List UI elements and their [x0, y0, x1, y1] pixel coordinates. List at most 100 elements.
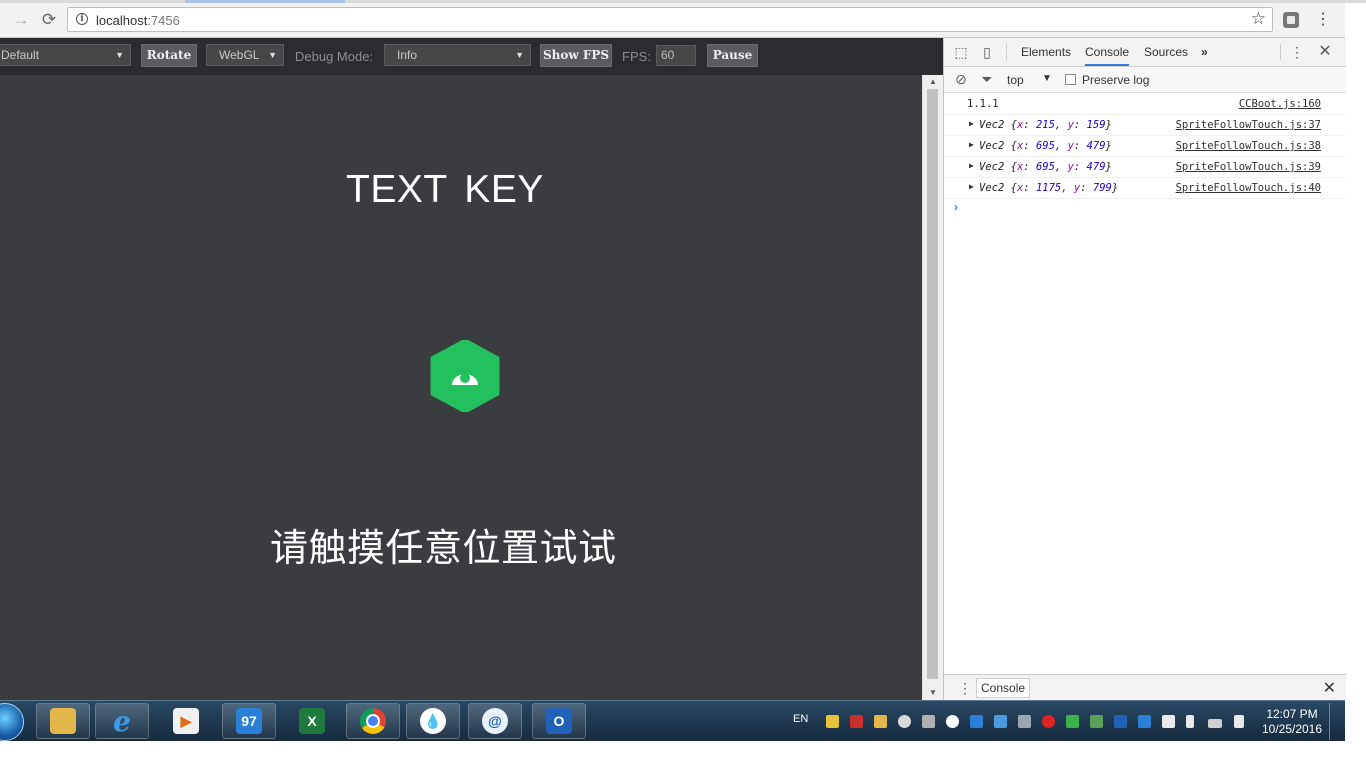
expand-triangle-icon[interactable]: ▶ [969, 161, 974, 170]
log-source-link[interactable]: SpriteFollowTouch.js:37 [1176, 119, 1321, 131]
app-icon: @ [482, 708, 508, 734]
close-drawer-icon[interactable]: ✕ [1323, 678, 1336, 698]
fps-input[interactable]: 60 [656, 45, 696, 66]
bluetooth-icon[interactable] [970, 715, 983, 728]
excel-icon: X [299, 708, 325, 734]
console-message: ▶ Vec2 {x: 695, y: 479} SpriteFollowTouc… [944, 136, 1346, 157]
clear-console-icon[interactable]: ⊘ [953, 71, 969, 87]
forward-icon[interactable]: → [10, 9, 32, 31]
language-indicator[interactable]: EN [793, 713, 808, 725]
page-scrollbar[interactable]: ▲ ▼ [922, 75, 943, 700]
renderer-select[interactable]: WebGL ▼ [206, 44, 284, 66]
tray-app-icon[interactable] [1090, 715, 1103, 728]
outlook-taskbar-button[interactable]: O [532, 703, 586, 739]
renderer-select-value: WebGL [219, 48, 260, 62]
battery-icon[interactable] [1186, 715, 1194, 728]
close-devtools-icon[interactable]: ✕ [1317, 44, 1333, 60]
tab-sources[interactable]: Sources [1144, 45, 1188, 59]
app-taskbar-button[interactable]: 💧 [406, 703, 460, 739]
preview-toolbar: Default ▼ Rotate WebGL ▼ Debug Mode: Inf… [0, 38, 943, 75]
fps-label: FPS: [622, 49, 651, 64]
mail-icon[interactable] [874, 715, 887, 728]
reload-icon[interactable]: ⟳ [38, 9, 60, 31]
file-explorer-taskbar-button[interactable] [36, 703, 90, 739]
clock-date: 10/25/2016 [1261, 722, 1323, 736]
log-object[interactable]: Vec2 {x: 695, y: 479} [979, 161, 1112, 173]
screen-margin [0, 741, 1366, 768]
log-source-link[interactable]: SpriteFollowTouch.js:39 [1176, 161, 1321, 173]
info-icon[interactable]: i [76, 13, 88, 25]
tray-app-icon[interactable] [994, 715, 1007, 728]
tray-app-icon[interactable] [1066, 715, 1079, 728]
dropdown-arrow-icon: ▼ [115, 50, 124, 60]
device-toolbar-icon[interactable]: ▯ [979, 44, 995, 60]
chrome-center-dot [366, 714, 380, 728]
scrollbar-thumb[interactable] [927, 89, 938, 679]
expand-triangle-icon[interactable]: ▶ [969, 140, 974, 149]
more-tabs-icon[interactable]: » [1201, 45, 1208, 59]
log-source-link[interactable]: SpriteFollowTouch.js:38 [1176, 140, 1321, 152]
excel-taskbar-button[interactable]: X [285, 703, 339, 739]
context-selector[interactable]: top [1007, 73, 1024, 87]
preserve-log-label: Preserve log [1082, 73, 1150, 87]
console-prompt-input[interactable]: › [954, 200, 958, 214]
tray-app-icon[interactable] [922, 715, 935, 728]
follow-touch-sprite-icon [430, 340, 500, 412]
console-message: ▶ Vec2 {x: 695, y: 479} SpriteFollowTouc… [944, 157, 1346, 178]
action-center-flag-icon[interactable] [1162, 715, 1175, 728]
app-taskbar-button[interactable]: @ [468, 703, 522, 739]
system-clock[interactable]: 12:07 PM 10/25/2016 [1252, 707, 1332, 737]
device-select[interactable]: Default ▼ [0, 44, 131, 66]
tab-console[interactable]: Console [1085, 45, 1130, 66]
tray-app-icon[interactable] [898, 715, 911, 728]
address-bar[interactable]: i localhost:7456 ☆ [67, 7, 1273, 32]
tray-app-icon[interactable] [850, 715, 863, 728]
bookmark-star-icon[interactable]: ☆ [1251, 9, 1266, 29]
tab-elements[interactable]: Elements [1021, 45, 1071, 59]
tray-outlook-icon[interactable] [1114, 715, 1127, 728]
drop-icon: 💧 [420, 708, 446, 734]
tray-app-icon[interactable] [1138, 715, 1151, 728]
divider [1006, 44, 1007, 60]
windows-taskbar: e ▶ 97 X 💧 @ O EN 12:07 PM 10/25/2016 [0, 700, 1345, 742]
log-source-link[interactable]: SpriteFollowTouch.js:40 [1176, 182, 1321, 194]
scroll-down-arrow-icon[interactable]: ▼ [929, 688, 937, 697]
dropdown-arrow-icon[interactable]: ▼ [1042, 73, 1052, 84]
log-source-link[interactable]: CCBoot.js:160 [1239, 98, 1321, 110]
pause-button[interactable]: Pause [707, 44, 758, 67]
app-taskbar-button[interactable]: 97 [222, 703, 276, 739]
extension-icon[interactable] [1283, 12, 1299, 28]
volume-icon[interactable] [1234, 715, 1244, 728]
debug-mode-select[interactable]: Info ▼ [384, 44, 531, 66]
network-signal-icon[interactable] [1208, 719, 1222, 728]
drawer-menu-icon[interactable]: ⋮ [958, 680, 972, 697]
tray-shield-icon[interactable] [826, 715, 839, 728]
devtools-menu-icon[interactable]: ⋮ [1289, 44, 1305, 60]
app-icon: 97 [236, 708, 262, 734]
browser-address-row: → ⟳ i localhost:7456 ☆ ⋮ [0, 3, 1345, 38]
rotate-button[interactable]: Rotate [141, 44, 197, 67]
show-fps-button[interactable]: Show FPS [540, 44, 612, 67]
tray-app-icon[interactable] [1018, 715, 1031, 728]
browser-menu-icon[interactable]: ⋮ [1313, 10, 1333, 30]
chrome-taskbar-button[interactable] [346, 703, 400, 739]
preserve-log-checkbox[interactable] [1065, 74, 1076, 85]
drawer-tab-console[interactable]: Console [976, 678, 1031, 698]
start-button[interactable] [0, 703, 24, 741]
log-object[interactable]: Vec2 {x: 215, y: 159} [979, 119, 1112, 131]
url-text[interactable]: localhost:7456 [96, 13, 180, 28]
filter-icon[interactable]: ⏷ [979, 71, 995, 87]
tray-app-icon[interactable] [946, 715, 959, 728]
media-player-taskbar-button[interactable]: ▶ [159, 703, 213, 739]
internet-explorer-taskbar-button[interactable]: e [95, 703, 149, 739]
log-object[interactable]: Vec2 {x: 1175, y: 799} [979, 182, 1118, 194]
tray-app-icon[interactable] [1042, 715, 1055, 728]
expand-triangle-icon[interactable]: ▶ [969, 119, 974, 128]
scroll-up-arrow-icon[interactable]: ▲ [929, 77, 937, 86]
inspect-element-icon[interactable]: ⬚ [953, 44, 969, 60]
clock-time: 12:07 PM [1266, 707, 1318, 721]
expand-triangle-icon[interactable]: ▶ [969, 182, 974, 191]
show-desktop-button[interactable] [1329, 703, 1344, 740]
console-log-list: 1.1.1 CCBoot.js:160 ▶ Vec2 {x: 215, y: 1… [944, 94, 1346, 199]
log-object[interactable]: Vec2 {x: 695, y: 479} [979, 140, 1112, 152]
